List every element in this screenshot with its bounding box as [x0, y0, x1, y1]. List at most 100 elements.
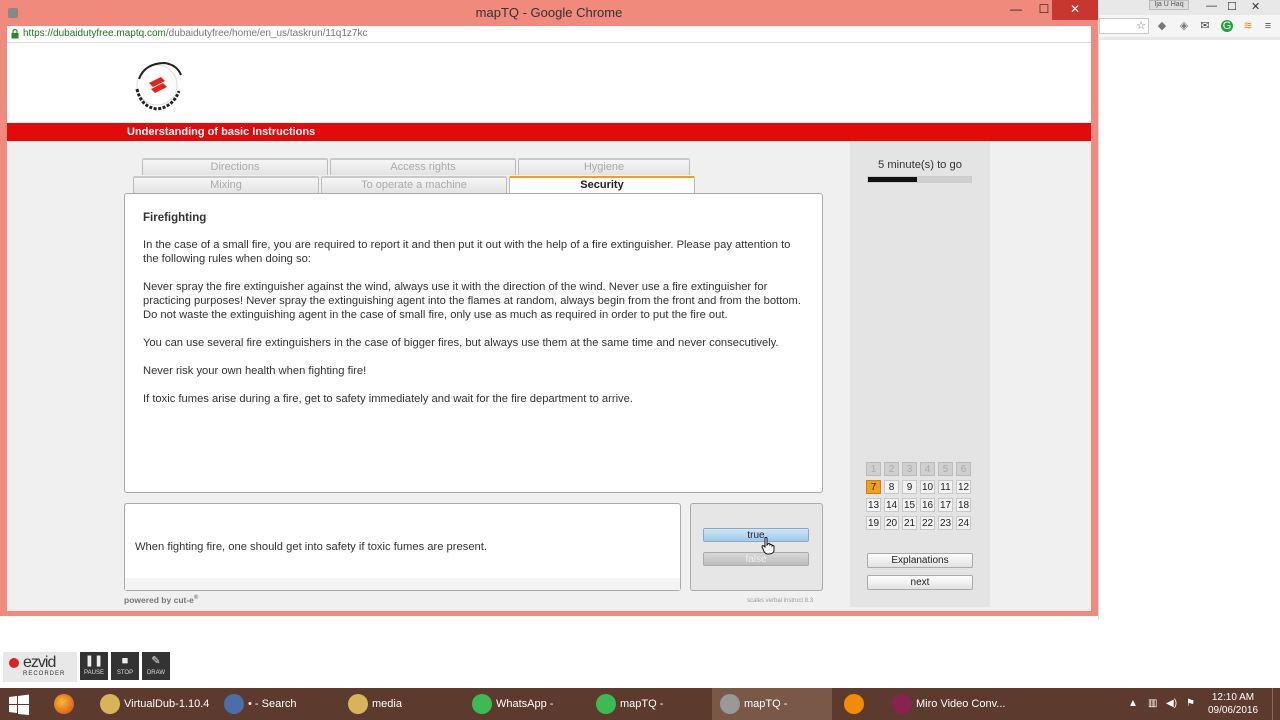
section-header-bar: Understanding of basic Instructions: [7, 123, 1091, 141]
extension-icon[interactable]: ◆: [1156, 20, 1168, 32]
question-number-cell[interactable]: 9: [902, 480, 917, 494]
pause-icon: ❚❚: [84, 655, 104, 667]
bg-close-button[interactable]: ✕: [1251, 0, 1260, 13]
rss-icon[interactable]: ≋: [1242, 20, 1254, 32]
taskbar-item[interactable]: Miro Video Conv...: [884, 688, 1008, 720]
question-number-cell[interactable]: 1: [866, 462, 881, 476]
question-number-cell[interactable]: 10: [920, 480, 935, 494]
question-number-cell[interactable]: 7: [866, 480, 881, 494]
page-content: Understanding of basic Instructions Dire…: [7, 43, 1091, 611]
taskbar-item[interactable]: VirtualDub-1.10.4: [92, 688, 212, 720]
stop-icon: ■: [121, 655, 129, 667]
question-number-cell[interactable]: 8: [884, 480, 899, 494]
app-icon: [844, 694, 864, 714]
tab-security[interactable]: Security: [509, 176, 695, 193]
timer-progress-fill: [868, 177, 918, 182]
question-number-cell[interactable]: 16: [920, 498, 935, 512]
taskbar-item[interactable]: WhatsApp - Goo...: [464, 688, 584, 720]
draw-button[interactable]: ✎ DRAW: [142, 652, 170, 680]
url-host: https://dubaidutyfree.maptq.com: [23, 28, 166, 39]
question-number-cell[interactable]: 6: [956, 462, 971, 476]
question-number-cell[interactable]: 19: [866, 516, 881, 530]
app-icon: [892, 694, 912, 714]
volume-icon[interactable]: ◀): [1166, 688, 1177, 720]
instruction-paragraph: In the case of a small fire, you are req…: [143, 239, 791, 265]
close-button[interactable]: ✕: [1052, 0, 1098, 20]
question-number-cell[interactable]: 12: [956, 480, 971, 494]
tab-mixing[interactable]: Mixing: [133, 176, 319, 193]
profile-tag[interactable]: Ija U Haq: [1149, 0, 1189, 10]
extension-icon[interactable]: ◈: [1178, 20, 1190, 32]
question-number-cell[interactable]: 11: [938, 480, 953, 494]
taskbar-item[interactable]: mapTQ - Google...: [588, 688, 708, 720]
question-number-cell[interactable]: 20: [884, 516, 899, 530]
pause-button[interactable]: ❚❚ PAUSE: [80, 652, 108, 680]
windows-start-icon[interactable]: [8, 694, 30, 716]
address-bar[interactable]: https://dubaidutyfree.maptq.com/dubaidut…: [7, 26, 1091, 43]
show-desktop-button[interactable]: [1272, 688, 1280, 720]
background-browser-window[interactable]: Ija U Haq — ☐ ✕ ☆ ◆ ◈ ✉ G ≋ ≡: [1098, 0, 1280, 620]
url-text[interactable]: https://dubaidutyfree.maptq.com/dubaidut…: [23, 28, 367, 39]
question-number-cell[interactable]: 13: [866, 498, 881, 512]
grammarly-icon[interactable]: G: [1221, 20, 1233, 32]
question-number-cell[interactable]: 5: [938, 462, 953, 476]
instruction-heading: Firefighting: [143, 212, 207, 224]
question-number-cell[interactable]: 4: [920, 462, 935, 476]
question-number-cell[interactable]: 18: [956, 498, 971, 512]
network-icon[interactable]: ▥: [1148, 688, 1157, 720]
taskbar-item[interactable]: [836, 688, 882, 720]
title-bar[interactable]: mapTQ - Google Chrome — ☐ ✕: [0, 0, 1098, 26]
question-number-cell[interactable]: 23: [938, 516, 953, 530]
question-panel-footer: [125, 578, 680, 590]
bg-maximize-button[interactable]: ☐: [1227, 0, 1237, 13]
tab-operate-machine[interactable]: To operate a machine: [321, 176, 507, 193]
dubai-duty-free-logo: [135, 61, 182, 111]
minimize-button[interactable]: —: [1002, 0, 1030, 20]
tab-access-rights[interactable]: Access rights: [330, 158, 516, 175]
menu-icon[interactable]: ≡: [1262, 20, 1274, 32]
taskbar-item[interactable]: • - Search Result...: [216, 688, 336, 720]
star-icon[interactable]: ☆: [1135, 20, 1147, 32]
answer-panel: true false: [690, 503, 823, 591]
ezvid-recorder: ezvid RECORDER ❚❚ PAUSE ■ STOP ✎ DRAW: [0, 650, 172, 684]
instruction-paragraph: If toxic fumes arise during a fire, get …: [143, 393, 633, 405]
next-button[interactable]: next: [867, 575, 973, 590]
question-number-cell[interactable]: 15: [902, 498, 917, 512]
flag-icon[interactable]: ⚑: [1186, 688, 1195, 720]
chrome-window: mapTQ - Google Chrome — ☐ ✕ https://duba…: [0, 0, 1098, 616]
tab-directions[interactable]: Directions: [142, 158, 328, 175]
firefox-icon: [54, 694, 74, 714]
url-path: /dubaidutyfree/home/en_us/taskrun/11q1z7…: [165, 28, 368, 39]
true-button[interactable]: true: [703, 528, 809, 542]
background-window-toolbar: Ija U Haq — ☐ ✕ ☆ ◆ ◈ ✉ G ≋ ≡: [1099, 0, 1280, 40]
question-number-cell[interactable]: 21: [902, 516, 917, 530]
side-panel: 5 minute(s) to go 1 2 3 4 5 6 7 8 9 10 11 12 13 14 15 1…: [850, 141, 990, 607]
stop-button[interactable]: ■ STOP: [111, 652, 139, 680]
explanations-button[interactable]: Explanations: [867, 553, 973, 568]
question-number-cell[interactable]: 22: [920, 516, 935, 530]
timer-progress-bar: [867, 176, 972, 183]
app-icon: [472, 694, 492, 714]
taskbar-item-label: • - Search Result...: [248, 698, 297, 710]
mail-icon[interactable]: ✉: [1199, 20, 1211, 32]
taskbar-item-label: media: [372, 698, 402, 710]
pencil-icon: ✎: [151, 655, 161, 667]
question-number-cell[interactable]: 24: [956, 516, 971, 530]
taskbar: VirtualDub-1.10.4 • - Search Result... med…: [0, 688, 1280, 720]
instruction-paragraph: You can use several fire extinguishers i…: [143, 337, 779, 349]
tray-chevron-icon[interactable]: ▲: [1128, 688, 1138, 720]
system-clock[interactable]: 12:10 AM 09/06/2016: [1196, 691, 1270, 717]
question-number-cell[interactable]: 2: [884, 462, 899, 476]
taskbar-firefox[interactable]: [40, 688, 88, 720]
taskbar-item[interactable]: media: [340, 688, 460, 720]
app-icon: [224, 694, 244, 714]
question-number-cell[interactable]: 14: [884, 498, 899, 512]
taskbar-item[interactable]: mapTQ - Google...: [712, 688, 832, 720]
taskbar-item-label: Miro Video Conv...: [916, 698, 1006, 710]
bg-minimize-button[interactable]: —: [1206, 0, 1217, 12]
question-number-cell[interactable]: 3: [902, 462, 917, 476]
false-button[interactable]: false: [703, 552, 809, 566]
taskbar-item-label: mapTQ - Google...: [744, 698, 788, 710]
question-number-cell[interactable]: 17: [938, 498, 953, 512]
tab-hygiene[interactable]: Hygiene: [518, 158, 690, 175]
